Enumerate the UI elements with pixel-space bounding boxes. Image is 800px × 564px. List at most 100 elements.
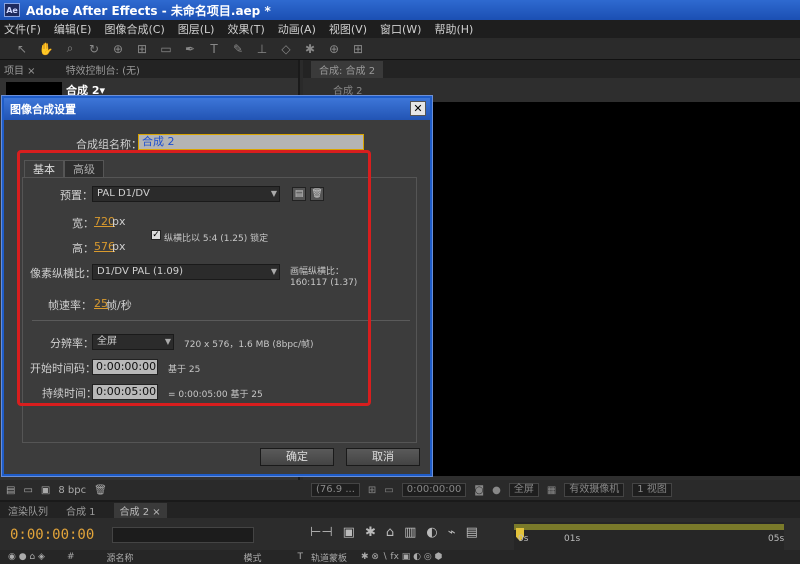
text-tool-icon[interactable]: T [206, 41, 222, 57]
eraser-tool-icon[interactable]: ◇ [278, 41, 294, 57]
menu-help[interactable]: 帮助(H) [434, 21, 473, 37]
width-unit: px [112, 215, 126, 228]
new-comp-icon[interactable]: ▣ [41, 485, 50, 496]
menu-animation[interactable]: 动画(A) [278, 21, 316, 37]
rotate-tool-icon[interactable]: ↻ [86, 41, 102, 57]
tab-comp-2[interactable]: 合成 2 × [113, 502, 167, 518]
label-icon[interactable]: # [67, 552, 75, 562]
brush-tool-icon[interactable]: ✎ [230, 41, 246, 57]
zoom-select[interactable]: (76.9 ... [311, 483, 360, 497]
chevron-down-icon: ▼ [164, 337, 171, 346]
column-mode[interactable]: 模式 [244, 551, 262, 564]
pixel-aspect-select[interactable]: D1/DV PAL (1.09) ▼ [92, 264, 280, 280]
snapshot-icon[interactable]: ◙ [474, 485, 484, 496]
trash-icon[interactable]: 🗑 [94, 485, 107, 496]
ok-button[interactable]: 确定 [260, 448, 334, 466]
world-axis-icon[interactable]: ⊞ [350, 41, 366, 57]
resolution-select[interactable]: 全屏 ▼ [92, 334, 174, 350]
timeline-search-input[interactable] [112, 527, 254, 543]
column-track-matte[interactable]: 轨道蒙板 [311, 551, 347, 564]
menu-view[interactable]: 视图(V) [329, 21, 367, 37]
start-timecode-base: 基于 25 [168, 365, 201, 375]
tab-advanced[interactable]: 高级 [64, 160, 104, 178]
draft-3d-icon[interactable]: ✱ [365, 525, 376, 540]
frame-aspect-value: 160:117 (1.37) [290, 278, 358, 288]
layer-switches-icon[interactable]: ✱ ⊗ ∖ fx ▣ ◐ ◎ ⬢ [361, 552, 442, 562]
width-label: 宽： [72, 217, 94, 230]
composition-settings-dialog: 图像合成设置 ✕ 合成组名称： 合成 2 基本 高级 预置： PAL D1/DV… [2, 96, 432, 476]
selection-tool-icon[interactable]: ↖ [14, 41, 30, 57]
height-label: 高： [72, 242, 94, 255]
live-update-icon[interactable]: ▣ [343, 525, 355, 540]
dialog-title-bar[interactable]: 图像合成设置 ✕ [4, 98, 430, 120]
tab-render-queue[interactable]: 渲染队列 [8, 503, 48, 518]
av-features-icon[interactable]: ◉ ● ⌂ ◈ [8, 552, 45, 562]
pan-behind-tool-icon[interactable]: ⊞ [134, 41, 150, 57]
region-icon[interactable]: ▭ [384, 485, 393, 496]
time-ruler[interactable]: 0s 01s 05s [514, 522, 784, 550]
menu-effect[interactable]: 效果(T) [227, 21, 264, 37]
save-preset-icon[interactable]: ▤ [292, 187, 306, 201]
tab-basic[interactable]: 基本 [24, 160, 64, 178]
safe-margins-icon[interactable]: ⊞ [368, 485, 376, 496]
axis-mode-icon[interactable]: ⊕ [326, 41, 342, 57]
duration-info: = 0:00:05:00 基于 25 [168, 390, 263, 400]
resolution-info: 720 x 576，1.6 MB (8bpc/帧) [184, 340, 314, 350]
duration-label: 持续时间： [42, 387, 97, 400]
tab-project[interactable]: 项目 × [4, 62, 36, 77]
camera-tool-icon[interactable]: ⊕ [110, 41, 126, 57]
work-area-bar[interactable] [514, 524, 784, 530]
comp-name-input[interactable]: 合成 2 [138, 134, 364, 150]
viewer-timecode[interactable]: 0:00:00:00 [401, 483, 467, 497]
ruler-tick: 0s [518, 534, 529, 544]
zoom-tool-icon[interactable]: ⌕ [62, 41, 78, 57]
comp-mini-flowchart-icon[interactable]: ⊢⊣ [310, 525, 333, 540]
menu-layer[interactable]: 图层(L) [178, 21, 215, 37]
shy-icon[interactable]: ⌂ [386, 525, 394, 540]
resolution-select[interactable]: 全屏 [508, 483, 539, 497]
menu-file[interactable]: 文件(F) [4, 21, 41, 37]
channel-icon[interactable]: ● [492, 485, 501, 496]
resolution-label: 分辨率： [50, 337, 94, 350]
lock-aspect-label[interactable]: 纵横比以 5:4 (1.25) 锁定 [164, 231, 268, 244]
column-source-name[interactable]: 源名称 [106, 551, 133, 564]
menu-composition[interactable]: 图像合成(C) [104, 21, 164, 37]
delete-preset-icon[interactable]: 🗑 [310, 187, 324, 201]
tab-composition[interactable]: 合成: 合成 2 [311, 60, 384, 78]
lock-aspect-checkbox[interactable]: ✓ [151, 230, 161, 240]
bpc-label[interactable]: 8 bpc [58, 485, 86, 496]
timeline-panel: 渲染队列 合成 1 合成 2 × 0:00:00:00 ⊢⊣ ▣ ✱ ⌂ ▥ ◐… [0, 500, 800, 564]
close-icon[interactable]: ✕ [410, 101, 426, 116]
views-select[interactable]: 1 视图 [632, 483, 672, 497]
graph-editor-icon[interactable]: ⌁ [448, 525, 456, 540]
timeline-timecode[interactable]: 0:00:00:00 [10, 527, 94, 543]
tab-comp-1[interactable]: 合成 1 [66, 503, 96, 518]
preset-select[interactable]: PAL D1/DV ▼ [92, 186, 280, 202]
camera-select[interactable]: 有效摄像机 [564, 483, 625, 497]
start-timecode-input[interactable]: 0:00:00:00 [92, 359, 158, 375]
interpret-footage-icon[interactable]: ▤ [6, 485, 15, 496]
tab-effect-controls[interactable]: 特效控制台: (无) [66, 62, 140, 77]
app-title: Adobe After Effects - 未命名项目.aep * [26, 3, 271, 18]
brainstorm-icon[interactable]: ▤ [466, 525, 478, 540]
new-folder-icon[interactable]: ▭ [23, 485, 32, 496]
frame-aspect-label: 画幅纵横比： [290, 267, 345, 277]
app-title-bar: Ae Adobe After Effects - 未命名项目.aep * [0, 0, 800, 20]
pen-tool-icon[interactable]: ✒ [182, 41, 198, 57]
duration-input[interactable]: 0:00:05:00 [92, 384, 158, 400]
transparency-grid-icon[interactable]: ▦ [547, 485, 556, 496]
motion-blur-icon[interactable]: ◐ [426, 525, 437, 540]
puppet-tool-icon[interactable]: ✱ [302, 41, 318, 57]
clone-tool-icon[interactable]: ⊥ [254, 41, 270, 57]
mask-tool-icon[interactable]: ▭ [158, 41, 174, 57]
menu-window[interactable]: 窗口(W) [380, 21, 421, 37]
composition-breadcrumb[interactable]: 合成 2 [333, 82, 363, 97]
frame-blend-icon[interactable]: ▥ [404, 525, 416, 540]
hand-tool-icon[interactable]: ✋ [38, 41, 54, 57]
dialog-title: 图像合成设置 [10, 103, 76, 116]
column-t[interactable]: T [298, 552, 304, 562]
fps-unit: 帧/秒 [106, 299, 132, 312]
cancel-button[interactable]: 取消 [346, 448, 420, 466]
menu-edit[interactable]: 编辑(E) [54, 21, 92, 37]
composition-viewer[interactable] [433, 102, 800, 476]
